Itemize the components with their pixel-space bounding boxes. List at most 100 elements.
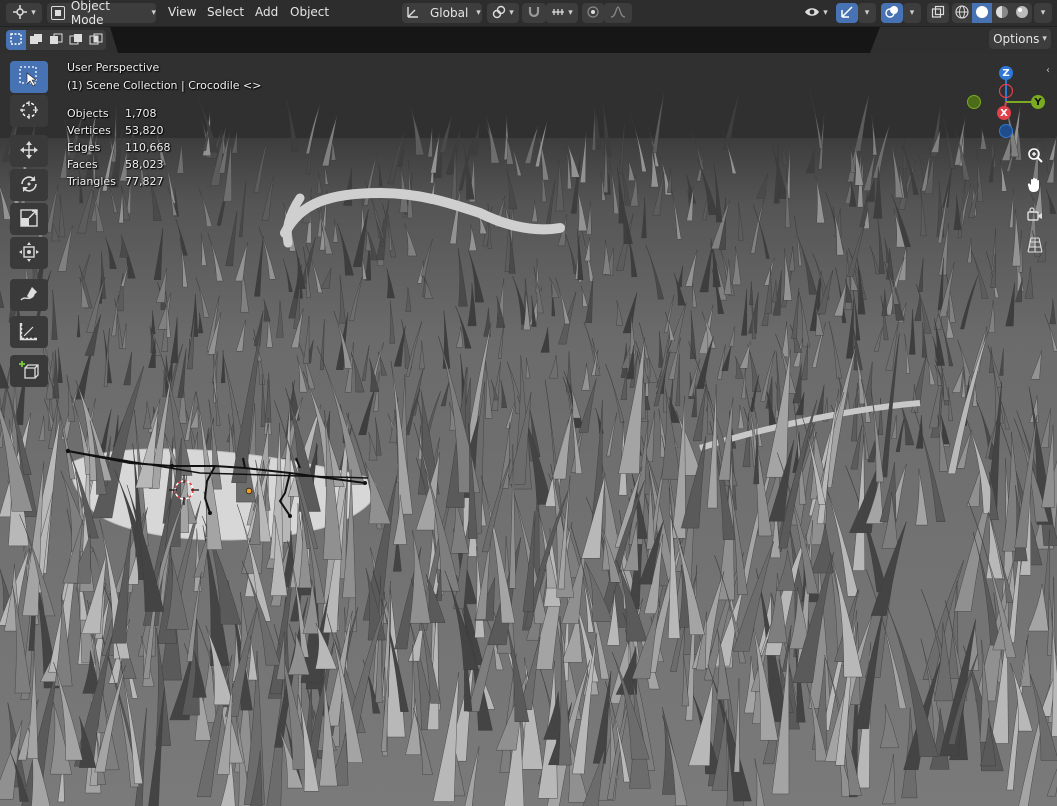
zoom-button[interactable] [1022, 143, 1048, 169]
viewport-header: ▾ Object Mode ▾ View Select Add Object G… [0, 0, 1057, 27]
origin-dot [245, 487, 253, 495]
stat-label: Objects [67, 107, 109, 120]
menu-select[interactable]: Select [207, 5, 244, 19]
select-intersect-button[interactable] [86, 30, 106, 50]
tool-measure[interactable] [10, 316, 48, 348]
zoom-magnifier-icon [1026, 146, 1044, 167]
gizmo-dropdown[interactable]: ▾ [858, 3, 876, 23]
transform-icon [18, 241, 40, 266]
xray-icon [931, 5, 945, 22]
stat-label: Faces [67, 158, 98, 171]
rendered-sphere-icon [1015, 5, 1029, 22]
select-difference-icon [69, 32, 83, 49]
select-extend-icon [29, 32, 43, 49]
snap-target-dropdown[interactable]: ▾ [546, 3, 578, 23]
chevron-down-icon: ▾ [864, 8, 870, 18]
proportional-edit-toggle[interactable] [582, 3, 604, 23]
gizmo-toggle[interactable] [836, 3, 858, 23]
chevron-down-icon: ▾ [151, 8, 156, 18]
gizmo-icon [840, 5, 854, 22]
projection-toggle-button[interactable] [1022, 233, 1048, 259]
sidebar-toggle-arrow[interactable]: ‹ [1046, 65, 1050, 76]
mode-dropdown[interactable]: Object Mode ▾ [47, 0, 156, 27]
options-label: Options [993, 32, 1040, 46]
chevron-down-icon: ▾ [909, 8, 915, 18]
tool-annotate[interactable] [10, 279, 48, 311]
navigation-gizmo[interactable]: Z Y X [964, 63, 1054, 143]
rotate-icon [18, 173, 40, 198]
editor-type-button[interactable]: ▾ [6, 3, 42, 23]
stat-label: Triangles [67, 175, 116, 188]
tool-transform[interactable] [10, 237, 48, 269]
pan-button[interactable] [1022, 173, 1048, 199]
chevron-down-icon: ▾ [476, 8, 481, 18]
move-icon [18, 139, 40, 164]
axis-x-button[interactable]: X [997, 106, 1011, 120]
chevron-down-icon: ▾ [31, 8, 36, 18]
overlays-icon [885, 5, 899, 22]
overlays-dropdown[interactable]: ▾ [903, 3, 921, 23]
scale-icon [18, 207, 40, 232]
annotate-pen-icon [18, 283, 40, 308]
selection-mode-group [6, 30, 106, 50]
snap-toggle[interactable] [522, 3, 546, 23]
chevron-down-icon: ▾ [1040, 8, 1046, 18]
select-new-icon [9, 32, 23, 49]
snap-increment-icon [551, 5, 565, 22]
chevron-down-icon: ▾ [823, 8, 828, 18]
select-box-icon [18, 65, 40, 90]
solid-sphere-icon [975, 5, 989, 22]
stat-value: 77,827 [125, 175, 164, 188]
stat-value: 110,668 [125, 141, 171, 154]
grid-perspective-icon [1026, 236, 1044, 257]
xray-toggle[interactable] [927, 3, 949, 23]
falloff-dropdown[interactable] [604, 3, 632, 23]
select-difference-button[interactable] [66, 30, 86, 50]
stat-label: Edges [67, 141, 101, 154]
options-button[interactable]: Options ▾ [989, 29, 1051, 49]
shading-wireframe-button[interactable] [952, 3, 972, 23]
mode-label: Object Mode [70, 0, 110, 27]
shading-solid-button[interactable] [972, 3, 992, 23]
select-subtract-button[interactable] [46, 30, 66, 50]
pivot-icon [492, 5, 506, 22]
shading-rendered-button[interactable] [1012, 3, 1032, 23]
wireframe-sphere-icon [955, 4, 969, 22]
axis-cursor-icon [12, 4, 28, 23]
tool-select-box[interactable] [10, 61, 48, 93]
axis-z-button[interactable]: Z [999, 66, 1013, 80]
menu-object[interactable]: Object [290, 5, 329, 19]
menu-add[interactable]: Add [255, 5, 278, 19]
tool-add-cube[interactable] [10, 355, 48, 387]
chevron-down-icon: ▾ [1042, 34, 1047, 44]
axis-y-button[interactable]: Y [1031, 95, 1045, 109]
select-new-button[interactable] [6, 30, 26, 50]
hand-icon [1026, 176, 1044, 197]
proportional-edit-icon [587, 5, 599, 21]
transform-orientation-dropdown[interactable]: Global ▾ [402, 3, 482, 23]
overlays-toggle[interactable] [881, 3, 903, 23]
shading-material-button[interactable] [992, 3, 1012, 23]
visibility-dropdown[interactable]: ▾ [800, 3, 832, 23]
header-tab-shape [110, 27, 880, 53]
collection-label: (1) Scene Collection | Crocodile <> [67, 79, 262, 92]
tool-move[interactable] [10, 135, 48, 167]
pivot-point-dropdown[interactable]: ▾ [487, 3, 519, 23]
menu-view[interactable]: View [168, 5, 196, 19]
tool-rotate[interactable] [10, 169, 48, 201]
tool-cursor[interactable] [10, 95, 48, 127]
orientation-icon [406, 5, 420, 22]
eye-icon [804, 6, 820, 21]
stat-value: 53,820 [125, 124, 164, 137]
3d-viewport[interactable]: User Perspective (1) Scene Collection | … [0, 53, 1057, 806]
select-extend-button[interactable] [26, 30, 46, 50]
tool-scale[interactable] [10, 203, 48, 235]
orientation-label: Global [430, 6, 469, 20]
chevron-down-icon: ▾ [568, 8, 573, 18]
shading-dropdown[interactable]: ▾ [1034, 3, 1052, 23]
stat-value: 58,023 [125, 158, 164, 171]
camera-view-button[interactable] [1022, 203, 1048, 229]
view-perspective-label: User Perspective [67, 61, 160, 74]
object-mode-icon [51, 6, 65, 20]
add-cube-icon [18, 359, 40, 384]
